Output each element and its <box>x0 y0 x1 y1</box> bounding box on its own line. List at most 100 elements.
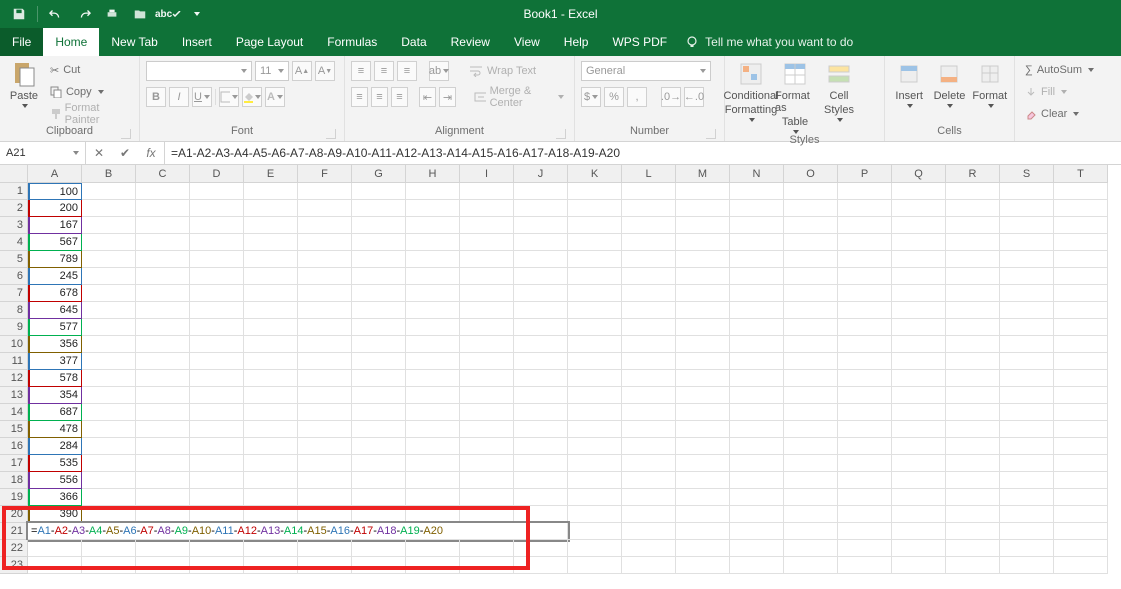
cell[interactable] <box>136 217 190 234</box>
cell[interactable] <box>406 285 460 302</box>
cell[interactable] <box>838 540 892 557</box>
cell[interactable] <box>676 472 730 489</box>
orientation-button[interactable]: ab <box>429 61 449 81</box>
cell[interactable] <box>676 353 730 370</box>
cell[interactable] <box>622 557 676 574</box>
cell[interactable] <box>298 285 352 302</box>
cell[interactable] <box>460 251 514 268</box>
cell[interactable] <box>82 370 136 387</box>
column-header[interactable]: L <box>622 165 676 183</box>
cell[interactable] <box>298 506 352 523</box>
cell[interactable] <box>784 319 838 336</box>
cell[interactable] <box>1054 183 1108 200</box>
cell[interactable]: 377 <box>28 353 82 370</box>
cell[interactable] <box>136 302 190 319</box>
cell[interactable] <box>784 557 838 574</box>
cell[interactable] <box>730 506 784 523</box>
tell-me[interactable]: Tell me what you want to do <box>685 28 853 56</box>
cell[interactable] <box>838 251 892 268</box>
cell[interactable] <box>136 404 190 421</box>
cell[interactable] <box>838 489 892 506</box>
cell[interactable] <box>406 353 460 370</box>
cell[interactable] <box>406 404 460 421</box>
cell[interactable] <box>568 455 622 472</box>
cell[interactable] <box>190 285 244 302</box>
cell[interactable] <box>784 404 838 421</box>
cell[interactable] <box>676 319 730 336</box>
row-header[interactable]: 8 <box>0 302 28 319</box>
cell[interactable] <box>1054 336 1108 353</box>
cell[interactable] <box>514 268 568 285</box>
autosum-button[interactable]: ∑AutoSum <box>1021 60 1098 80</box>
cell[interactable] <box>1054 217 1108 234</box>
cell[interactable] <box>298 336 352 353</box>
cell[interactable] <box>244 421 298 438</box>
cell[interactable] <box>298 557 352 574</box>
cell[interactable] <box>136 540 190 557</box>
column-header[interactable]: D <box>190 165 244 183</box>
percent-button[interactable]: % <box>604 87 624 107</box>
cell[interactable] <box>190 336 244 353</box>
cell[interactable] <box>352 183 406 200</box>
cell[interactable] <box>82 251 136 268</box>
cell[interactable] <box>1054 251 1108 268</box>
cell[interactable] <box>514 557 568 574</box>
cell[interactable] <box>784 251 838 268</box>
cell[interactable] <box>1000 489 1054 506</box>
spelling-button[interactable]: abc <box>155 3 181 25</box>
cell[interactable] <box>460 472 514 489</box>
cell[interactable] <box>1000 200 1054 217</box>
font-size-combo[interactable]: 11 <box>255 61 289 81</box>
cell[interactable] <box>1054 404 1108 421</box>
cell[interactable]: 478 <box>28 421 82 438</box>
cell[interactable] <box>892 353 946 370</box>
merge-center-button[interactable]: Merge & Center <box>470 87 568 107</box>
cell[interactable] <box>622 540 676 557</box>
cell[interactable] <box>568 234 622 251</box>
cell[interactable] <box>622 336 676 353</box>
cell[interactable] <box>190 319 244 336</box>
cell[interactable] <box>568 183 622 200</box>
cell[interactable]: 535 <box>28 455 82 472</box>
cell[interactable] <box>676 234 730 251</box>
cell[interactable] <box>676 336 730 353</box>
row-header[interactable]: 17 <box>0 455 28 472</box>
fill-color-button[interactable] <box>242 87 262 107</box>
insert-cells-button[interactable]: Insert <box>891 60 927 108</box>
font-color-button[interactable]: A <box>265 87 285 107</box>
cell[interactable] <box>622 523 676 540</box>
row-header[interactable]: 11 <box>0 353 28 370</box>
cell[interactable] <box>244 557 298 574</box>
cell[interactable] <box>568 523 622 540</box>
cell[interactable] <box>244 370 298 387</box>
cell[interactable] <box>946 268 1000 285</box>
cell[interactable] <box>838 336 892 353</box>
cell[interactable] <box>946 336 1000 353</box>
cell[interactable] <box>136 421 190 438</box>
cell[interactable] <box>784 421 838 438</box>
cell[interactable] <box>838 285 892 302</box>
cell[interactable] <box>82 455 136 472</box>
cell[interactable]: 390 <box>28 506 82 523</box>
cell[interactable] <box>730 404 784 421</box>
cell[interactable] <box>244 438 298 455</box>
cell[interactable] <box>1000 319 1054 336</box>
cell[interactable] <box>784 387 838 404</box>
cell[interactable] <box>1000 251 1054 268</box>
column-header[interactable]: K <box>568 165 622 183</box>
cell[interactable] <box>190 489 244 506</box>
cell[interactable] <box>676 370 730 387</box>
cell[interactable]: 645 <box>28 302 82 319</box>
cell[interactable] <box>136 234 190 251</box>
cell[interactable] <box>190 557 244 574</box>
cell[interactable] <box>244 540 298 557</box>
cell[interactable] <box>946 557 1000 574</box>
cell[interactable] <box>244 489 298 506</box>
cell[interactable] <box>676 387 730 404</box>
cell[interactable] <box>406 489 460 506</box>
cell[interactable] <box>406 251 460 268</box>
cell[interactable] <box>1000 336 1054 353</box>
cell[interactable] <box>676 251 730 268</box>
cell[interactable] <box>622 387 676 404</box>
cell[interactable] <box>136 251 190 268</box>
